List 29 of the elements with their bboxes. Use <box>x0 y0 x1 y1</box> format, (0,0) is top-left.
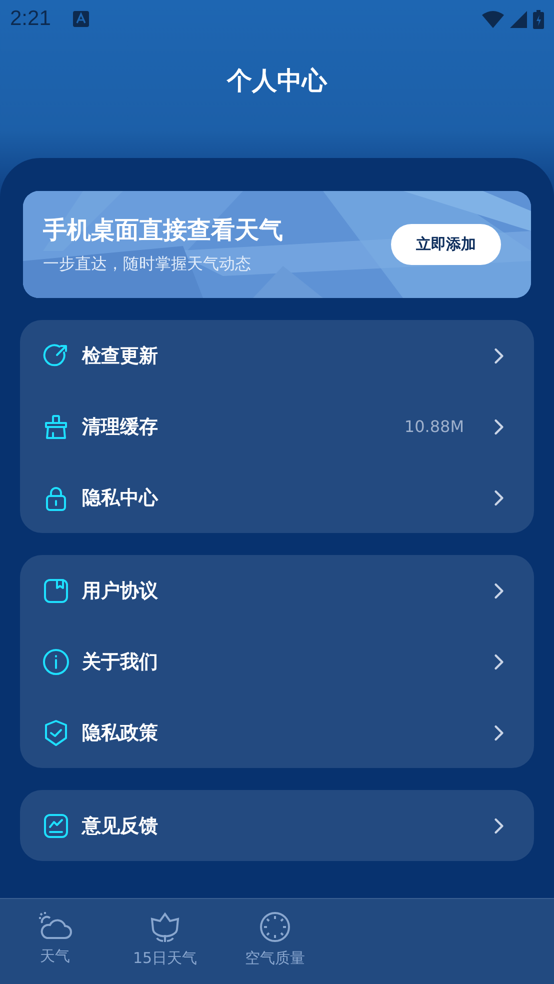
notification-icon <box>72 11 89 27</box>
cloud-sun-icon <box>38 911 72 941</box>
wifi-icon <box>482 10 504 28</box>
menu-item-label[interactable]: 关于我们 <box>82 648 474 674</box>
gauge-icon <box>259 911 291 943</box>
banner-title: 手机桌面直接查看天气 <box>43 215 284 246</box>
nav-tab[interactable]: 15日天气 <box>110 911 220 968</box>
bookmark-icon <box>42 576 70 604</box>
menu-item-label[interactable]: 隐私中心 <box>82 484 474 510</box>
brush-icon <box>42 412 70 440</box>
nav-tab[interactable]: 天气 <box>0 911 110 966</box>
menu-item-label[interactable]: 意见反馈 <box>82 812 474 838</box>
menu-item-label[interactable]: 隐私政策 <box>82 720 474 746</box>
cache-size: 10.88M <box>404 417 464 436</box>
chart-icon <box>42 812 70 840</box>
lotus-icon <box>148 911 182 943</box>
status-time: 2:21 <box>10 7 51 31</box>
add-now-button[interactable]: 立即添加 <box>391 224 501 265</box>
menu-item-label[interactable]: 用户协议 <box>82 578 474 604</box>
menu-item-label[interactable]: 检查更新 <box>82 342 474 368</box>
menu-item-label[interactable]: 清理缓存 <box>82 414 392 440</box>
page-title: 个人中心 <box>227 65 327 97</box>
info-icon <box>42 648 70 676</box>
signal-icon <box>510 10 527 28</box>
battery-icon <box>533 10 544 28</box>
banner-subtitle: 一步直达，随时掌握天气动态 <box>43 254 252 275</box>
promo-banner[interactable]: 手机桌面直接查看天气 一步直达，随时掌握天气动态 立即添加 <box>23 191 531 298</box>
nav-tab[interactable]: 空气质量 <box>220 911 330 968</box>
shield-check-icon <box>42 718 70 746</box>
